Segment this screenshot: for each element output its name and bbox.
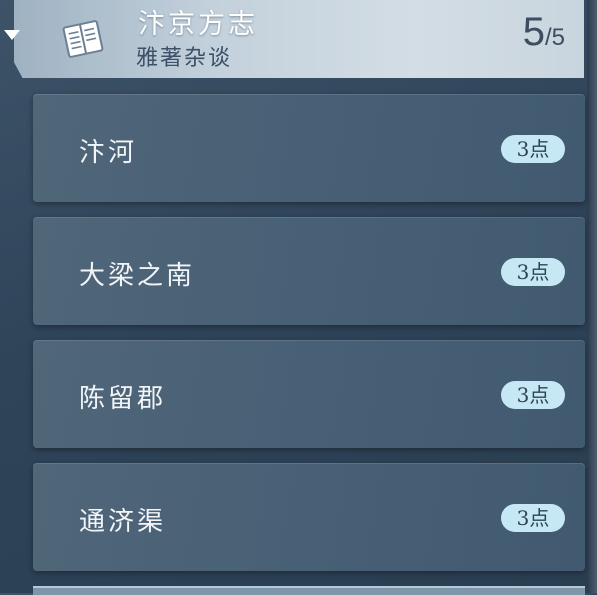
list-item[interactable]: 汴河 3点	[33, 94, 585, 202]
triangle-down-icon[interactable]	[4, 30, 20, 40]
progress-total: 5	[551, 24, 565, 51]
points-badge: 3点	[501, 381, 565, 409]
list-item-label: 陈留郡	[79, 384, 167, 414]
points-badge: 3点	[501, 504, 565, 532]
list-item[interactable]: 通济渠 3点	[33, 463, 585, 571]
list-item[interactable]: 大梁之南 3点	[33, 217, 585, 325]
points-badge: 3点	[501, 258, 565, 286]
list-item-label: 大梁之南	[79, 261, 196, 291]
section-subtitle: 雅著杂谈	[136, 46, 233, 71]
section-title: 汴京方志	[138, 9, 258, 40]
points-badge: 3点	[501, 135, 565, 163]
list-item-label: 汴河	[79, 138, 138, 168]
progress-separator: /	[544, 24, 552, 51]
progress-current: 5	[522, 10, 545, 54]
side-panel-edge	[587, 0, 597, 593]
list-item-partial[interactable]	[33, 586, 585, 595]
list-item[interactable]: 陈留郡 3点	[33, 340, 585, 448]
list-item-label: 通济渠	[79, 507, 167, 537]
book-icon	[62, 20, 104, 58]
progress-counter: 5/5	[523, 10, 565, 55]
